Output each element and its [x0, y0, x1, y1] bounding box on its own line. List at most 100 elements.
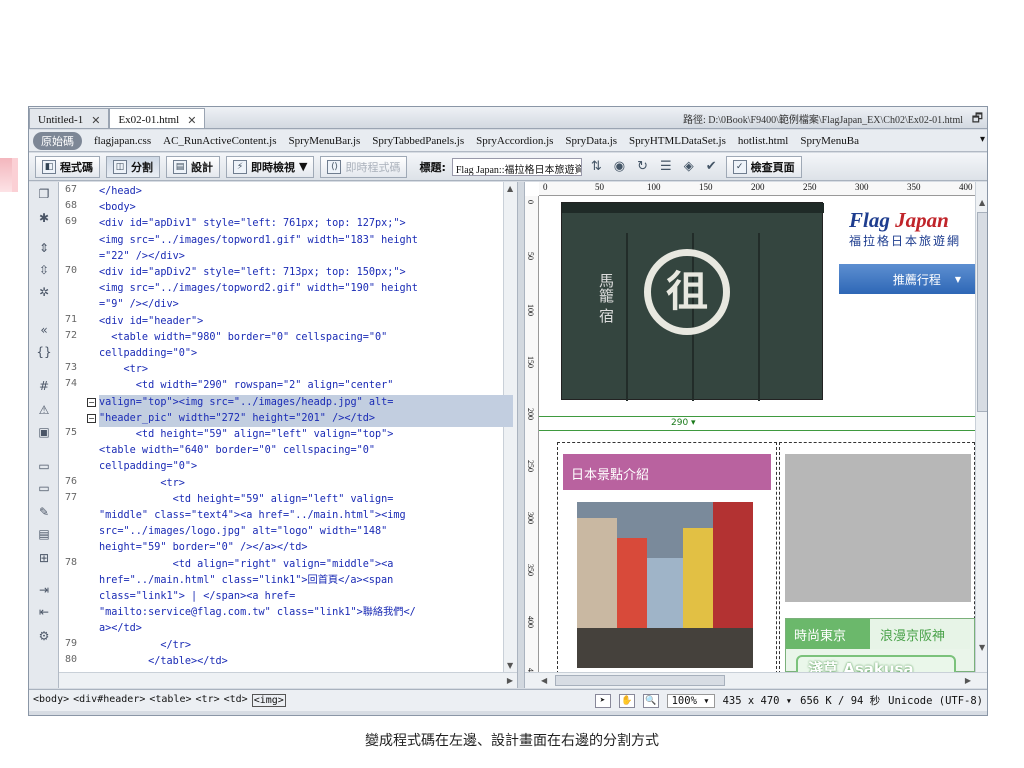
hand-tool-icon[interactable]: ✋	[618, 693, 635, 708]
code-line[interactable]: "header_pic" width="272" height="201" />…	[99, 410, 513, 427]
code-view-button[interactable]: ◧ 程式碼	[35, 155, 100, 178]
code-line[interactable]: class="link1"> | </span><a href=	[99, 589, 513, 605]
line-numbers-icon[interactable]: #	[35, 378, 53, 394]
code-line[interactable]: <tr>	[99, 362, 513, 378]
scroll-right-icon[interactable]: ▶	[507, 676, 513, 685]
split-view-button[interactable]: ◫ 分割	[106, 155, 160, 178]
source-code-button[interactable]: 原始碼	[33, 131, 82, 150]
site-logo-title[interactable]: Flag Japan	[849, 208, 949, 233]
zoom-select[interactable]: 100% ▾	[666, 693, 715, 708]
code-line[interactable]: <body>	[99, 200, 513, 216]
show-code-navigator-icon[interactable]: ✱	[35, 210, 53, 226]
related-file[interactable]: AC_RunActiveContent.js	[163, 135, 276, 147]
spry-menu-bar[interactable]: 推薦行程 ▼	[839, 264, 979, 294]
split-divider[interactable]	[517, 182, 525, 688]
live-code-button[interactable]: ⟨⟩ 即時程式碼	[320, 155, 408, 178]
code-line[interactable]: cellpadding="0">	[99, 459, 513, 475]
indent-code-icon[interactable]: ⇥	[35, 582, 53, 598]
move-css-icon[interactable]: ⊞	[35, 550, 53, 566]
code-line[interactable]: <td width="290" rowspan="2" align="cente…	[99, 378, 513, 394]
visual-aids-icon[interactable]: ◈	[681, 159, 697, 174]
design-view-button[interactable]: ▤ 設計	[166, 155, 220, 178]
code-line[interactable]: </head>	[99, 184, 513, 200]
code-fold-icon[interactable]: −	[87, 413, 96, 423]
validate-markup-icon[interactable]: ✔	[703, 159, 720, 174]
highlight-invalid-icon[interactable]: ⚠	[35, 402, 53, 418]
preview-browser-icon[interactable]: ◉	[611, 159, 628, 174]
tab-tokyo[interactable]: 時尚東京	[786, 619, 870, 649]
close-icon[interactable]: ✕	[91, 114, 100, 127]
code-line[interactable]: valign="top"><img src="../images/headp.j…	[99, 394, 513, 411]
menu-item-recommended[interactable]: 推薦行程	[893, 271, 941, 288]
code-line[interactable]: height="59" border="0" /></a></td>	[99, 540, 513, 556]
tab-kyoto-osaka[interactable]: 浪漫京阪神	[870, 619, 970, 649]
tab-untitled-1[interactable]: Untitled-1 ✕	[29, 108, 110, 128]
code-line[interactable]: <div id="apDiv1" style="left: 761px; top…	[99, 216, 513, 232]
balance-braces-icon[interactable]: {}	[35, 344, 53, 360]
chevron-down-icon[interactable]: ▼	[299, 160, 307, 173]
expand-all-icon[interactable]: ✲	[35, 284, 53, 300]
tag-body[interactable]: <body>	[33, 694, 69, 707]
refresh-icon[interactable]: ↻	[634, 159, 651, 174]
code-line[interactable]: <img src="../images/topword1.gif" width=…	[99, 233, 513, 249]
code-line[interactable]: <div id="apDiv2" style="left: 713px; top…	[99, 265, 513, 281]
code-line[interactable]: "middle" class="text4"><a href="../main.…	[99, 508, 513, 524]
scroll-down-icon[interactable]: ▼	[979, 643, 985, 652]
outdent-code-icon[interactable]: ⇤	[35, 604, 53, 620]
syntax-error-icon[interactable]: ▣	[35, 424, 53, 440]
restore-window-icon[interactable]: 🗗	[972, 109, 983, 130]
code-line[interactable]: <table width="640" border="0" cellspacin…	[99, 443, 513, 459]
open-documents-icon[interactable]: ❐	[35, 186, 53, 202]
related-file[interactable]: SpryMenuBar.js	[288, 135, 360, 147]
code-line[interactable]: a></td>	[99, 621, 513, 637]
code-line[interactable]: <table width="980" border="0" cellspacin…	[99, 330, 513, 346]
live-view-button[interactable]: ⚡ 即時檢視 ▼	[226, 155, 315, 178]
design-horizontal-scrollbar[interactable]: ◀ ▶	[525, 672, 987, 688]
remove-comment-icon[interactable]: ▭	[35, 480, 53, 496]
related-file[interactable]: SpryData.js	[565, 135, 617, 147]
recent-snippets-icon[interactable]: ▤	[35, 526, 53, 542]
related-file[interactable]: flagjapan.css	[94, 135, 151, 147]
more-files-icon[interactable]: ▾	[980, 134, 985, 145]
code-line[interactable]: </table></td>	[99, 654, 513, 670]
wrap-tag-icon[interactable]: ✎	[35, 504, 53, 520]
apply-comment-icon[interactable]: ▭	[35, 458, 53, 474]
design-vertical-scrollbar[interactable]: ▲ ▼	[975, 182, 987, 672]
zoom-tool-icon[interactable]: 🔍	[642, 693, 659, 708]
tag-div-header[interactable]: <div#header>	[73, 694, 145, 707]
tag-tr[interactable]: <tr>	[196, 694, 220, 707]
related-file[interactable]: SpryAccordion.js	[476, 135, 553, 147]
scroll-thumb[interactable]	[977, 212, 987, 412]
code-line[interactable]: <div id="header">	[99, 314, 513, 330]
select-parent-tag-icon[interactable]: «	[35, 322, 53, 338]
code-line[interactable]: <td align="right" valign="middle"><a	[99, 557, 513, 573]
code-line[interactable]: <tr>	[99, 476, 513, 492]
code-pane[interactable]: 67 68 69 70 71 72 73 74 75 76 77 78 79 80 ▲ ▼ ▶ </hea…	[59, 182, 517, 688]
select-tool-icon[interactable]: ➤	[594, 693, 611, 708]
code-line[interactable]: src="../images/logo.jpg" alt="logo" widt…	[99, 524, 513, 540]
tag-td[interactable]: <td>	[224, 694, 248, 707]
file-management-icon[interactable]: ⇅	[588, 159, 605, 174]
scroll-left-icon[interactable]: ◀	[541, 676, 547, 685]
code-line[interactable]: "mailto:service@flag.com.tw" class="link…	[99, 605, 513, 621]
related-file[interactable]: hotlist.html	[738, 135, 788, 147]
scroll-up-icon[interactable]: ▲	[979, 198, 985, 207]
tab-ex02-01[interactable]: Ex02-01.html ✕	[109, 108, 206, 128]
view-options-icon[interactable]: ☰	[657, 159, 675, 174]
title-field[interactable]: Flag Japan::福拉格日本旅遊資	[451, 157, 582, 176]
code-line[interactable]: href="../main.html" class="link1">回首頁</a…	[99, 573, 513, 589]
code-line[interactable]: <td height="59" align="left" valign="top…	[99, 427, 513, 443]
check-page-button[interactable]: ✓ 檢查頁面	[725, 155, 802, 178]
format-source-icon[interactable]: ⚙	[35, 628, 53, 644]
related-file[interactable]: SpryMenuBa	[800, 135, 859, 147]
window-size[interactable]: 435 x 470 ▾	[723, 695, 793, 707]
scroll-right-icon[interactable]: ▶	[965, 676, 971, 685]
code-line[interactable]: </tr>	[99, 638, 513, 654]
code-line[interactable]: ="22" /></div>	[99, 249, 513, 265]
scroll-thumb[interactable]	[555, 675, 725, 686]
tag-table[interactable]: <table>	[149, 694, 191, 707]
header-picture[interactable]: 徂 馬籠 宿	[561, 202, 824, 401]
code-line[interactable]: ="9" /></div>	[99, 297, 513, 313]
related-file[interactable]: SpryHTMLDataSet.js	[629, 135, 726, 147]
related-file[interactable]: SpryTabbedPanels.js	[372, 135, 464, 147]
